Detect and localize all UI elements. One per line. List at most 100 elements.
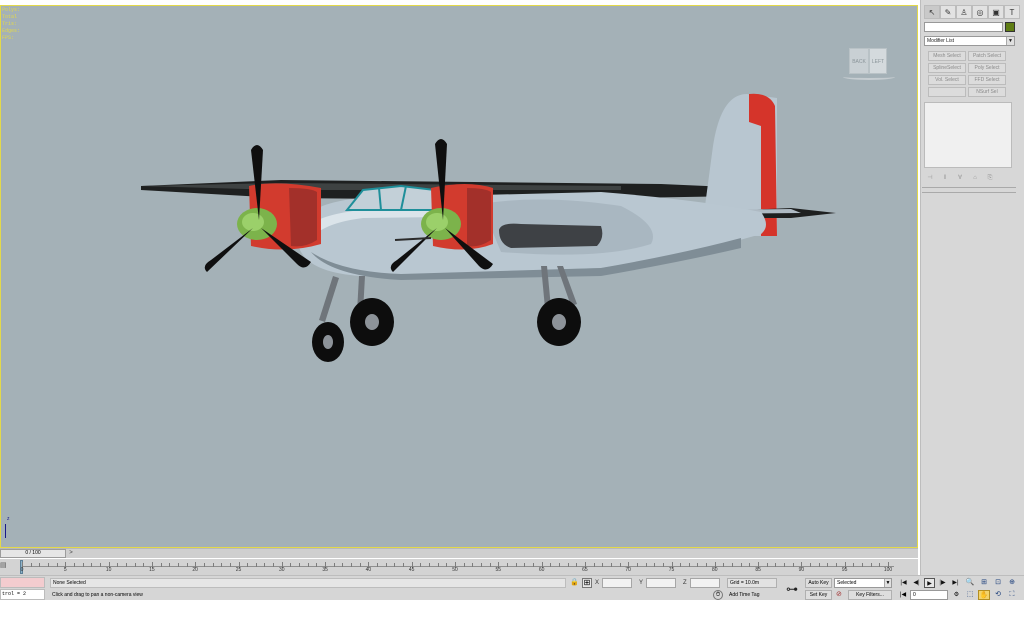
time-slider-thumb[interactable]: 0 / 100 [0,549,66,558]
frame-tick [489,563,491,567]
mesh-select-button[interactable]: Mesh Select [928,51,966,61]
maximize-viewport-icon[interactable]: ⛶ [1006,590,1018,600]
orbit-icon[interactable]: ⟲ [992,590,1004,600]
frame-tick [186,563,188,567]
frame-tick [706,563,708,567]
frame-tick [749,563,751,567]
key-mode-toggle-icon[interactable]: |◀ [898,590,908,600]
play-icon[interactable]: ▶ [924,578,935,588]
zoom-extents-all-icon[interactable]: ⊕ [1006,578,1018,588]
time-configuration-icon[interactable]: ⚙ [952,590,961,600]
vol-select-button[interactable]: Vol. Select [928,75,966,85]
frame-tick [870,563,872,567]
frame-tick-label: 95 [841,567,848,573]
set-key-button[interactable]: Set Key [805,590,832,600]
frame-tick-label: 85 [755,567,761,573]
frame-tick [862,563,864,567]
poly-select-button[interactable]: Poly Select [968,63,1006,73]
lock-selection-icon[interactable]: 🔒 [570,578,579,588]
frame-tick-label: 90 [798,567,805,573]
maxscript-listener-input[interactable]: trol = 2 [0,589,45,600]
modifier-list-dropdown[interactable]: Modifier List ▼ [924,36,1015,46]
time-tag-icon[interactable]: ⏱ [713,590,723,600]
current-frame-field[interactable]: 0 [910,590,948,600]
zoom-all-icon[interactable]: ⊞ [978,578,990,588]
spline-select-button[interactable]: SplineSelect [928,63,966,73]
time-slider[interactable]: 0 / 100 > [0,548,918,558]
frame-tick-label: 5 [63,567,67,573]
viewcube-left-face[interactable]: LEFT [869,48,887,74]
patch-select-button[interactable]: Patch Select [968,51,1006,61]
selection-status: None Selected [50,578,566,588]
frame-tick [472,563,474,567]
frame-tick [766,563,768,567]
frame-tick [610,563,612,567]
command-panel: ↖ ✎ ♙ ◎ ▣ T Modifier List ▼ Mesh Select … [920,0,1024,600]
frame-tick-label: 80 [712,567,718,573]
stat-edges: Edges: [2,28,21,34]
utilities-icon[interactable]: T [1004,5,1020,19]
stat-polys: Polys: [2,7,21,13]
display-icon[interactable]: ▣ [988,5,1004,19]
object-color-swatch[interactable] [1005,22,1015,32]
add-time-tag[interactable]: Add Time Tag [727,590,777,600]
airplane-model[interactable] [101,76,861,376]
track-bar[interactable]: ▤ 0 5 10 15 20 25 30 35 40 45 50 55 60 65 70 75 80 85 90 95… [0,559,918,575]
frame-tick [403,563,405,567]
track-bar-menu-icon[interactable]: ▤ [0,561,8,573]
frame-tick [229,563,231,567]
go-to-start-icon[interactable]: |◀ [898,578,909,588]
go-to-end-icon[interactable]: ▶| [950,578,961,588]
frame-tick [117,563,119,567]
maxscript-listener-output[interactable] [0,577,45,588]
modifier-buttons: Mesh Select Patch Select SplineSelect Po… [928,51,1008,97]
object-name-field[interactable] [924,22,1003,32]
key-set-dropdown[interactable]: Selected ▼ [834,578,892,588]
pin-stack-icon[interactable]: ⊣ [924,173,936,183]
frame-tick [480,563,482,567]
viewcube-back-face[interactable]: BACK [849,48,869,74]
remove-modifier-icon[interactable]: ⌂ [969,173,981,183]
make-unique-icon[interactable]: ∀ [954,173,966,183]
key-mode-icon[interactable]: ⊘ [836,590,846,600]
empty-modifier-button[interactable] [928,87,966,97]
pointer-icon[interactable]: ↖ [924,5,940,19]
ffd-select-button[interactable]: FFD Select [968,75,1006,85]
field-of-view-icon[interactable]: ⬚ [964,590,976,600]
frame-tick [567,563,569,567]
nsurf-sel-button[interactable]: NSurf Sel [968,87,1006,97]
z-coord-field[interactable] [690,578,720,588]
configure-sets-icon[interactable]: ⎘ [984,173,996,183]
motion-icon[interactable]: ◎ [972,5,988,19]
frame-tick-label: 10 [105,567,112,573]
stat-total: Total [2,14,30,20]
zoom-extents-icon[interactable]: ⊡ [992,578,1004,588]
create-icon[interactable]: ✎ [940,5,956,19]
pan-icon[interactable]: ✋ [978,590,990,600]
show-end-result-icon[interactable]: ‖ [939,173,951,183]
frame-tick [775,563,777,567]
y-coord-field[interactable] [646,578,676,588]
viewcube[interactable]: BACK LEFT [843,44,895,80]
perspective-viewport[interactable]: Polys: Total Tris: Edges: FPS: BACK LEFT… [0,5,918,548]
modifier-stack[interactable] [924,102,1012,168]
frame-tick [125,563,127,567]
zoom-icon[interactable]: 🔍 [964,578,976,588]
next-frame-icon[interactable]: |▶ [937,578,948,588]
modifier-list-label: Modifier List [927,38,954,44]
frame-tick [73,563,75,567]
frame-tick [203,563,205,567]
previous-frame-icon[interactable]: ◀| [911,578,922,588]
next-frame-arrow[interactable]: > [67,549,75,558]
frame-tick [316,563,318,567]
auto-key-button[interactable]: Auto Key [805,578,832,588]
key-filters-button[interactable]: Key Filters... [848,590,892,600]
command-panel-tabs: ↖ ✎ ♙ ◎ ▣ T [924,5,1020,19]
x-coord-field[interactable] [602,578,632,588]
frame-tick [212,563,214,567]
frame-tick [160,563,162,567]
absolute-mode-icon[interactable]: ⊞ [582,578,592,588]
frame-tick [255,563,257,567]
hierarchy-icon[interactable]: ♙ [956,5,972,19]
key-icon[interactable]: ⊶ [782,579,802,599]
